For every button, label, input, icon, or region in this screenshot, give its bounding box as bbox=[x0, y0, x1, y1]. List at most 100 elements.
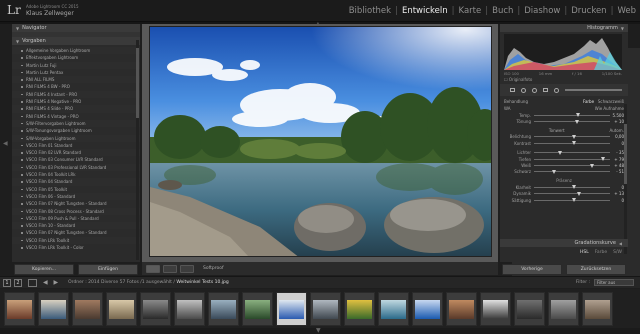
highlights-value[interactable]: - 35 bbox=[610, 150, 624, 155]
crop-tool-icon[interactable] bbox=[510, 88, 515, 92]
filmstrip-thumbnail[interactable] bbox=[310, 292, 341, 326]
filmstrip-thumbnail[interactable] bbox=[72, 292, 103, 326]
hsl-tab[interactable]: HSL bbox=[580, 250, 589, 255]
loupe-view-icon[interactable] bbox=[146, 264, 160, 273]
preset-folder[interactable]: VSCO Film 03 Professional LVR Standard bbox=[12, 163, 140, 172]
tint-value[interactable]: + 10 bbox=[610, 119, 624, 124]
slider-knob[interactable] bbox=[552, 169, 557, 174]
preset-folder[interactable]: VSCO Film 04 Standard bbox=[12, 178, 140, 186]
preset-folder[interactable]: RNI FILMS 4 BW - PRO bbox=[12, 83, 140, 90]
slider-knob[interactable] bbox=[590, 163, 595, 168]
softproof-label[interactable]: Softproof bbox=[203, 266, 224, 271]
filmstrip-thumbnail[interactable] bbox=[4, 292, 35, 326]
preset-folder[interactable]: VSCO Film 07 Night Tungsten - Standard bbox=[12, 200, 140, 207]
tint-slider[interactable] bbox=[534, 119, 610, 124]
preset-folder[interactable]: VSCO Film LRk Toolkit bbox=[12, 236, 140, 245]
preset-folder[interactable]: VSCO Film 04 Toolkit LRk bbox=[12, 171, 140, 178]
preset-folder[interactable]: VSCO Film 01 Standard bbox=[12, 142, 140, 149]
slider-knob[interactable] bbox=[572, 141, 576, 146]
preset-folder[interactable]: VSCO Film 06 - Standard bbox=[12, 192, 140, 201]
treatment-bw[interactable]: Schwarzweiß bbox=[598, 99, 624, 104]
module-develop[interactable]: Entwickeln bbox=[402, 6, 448, 16]
preset-folder[interactable]: VSCO Film 10 - Standard bbox=[12, 222, 140, 230]
preset-folder[interactable]: RNI ALL FILMS bbox=[12, 76, 140, 84]
shadows-value[interactable]: + 79 bbox=[610, 157, 624, 162]
color-tab[interactable]: Farbe bbox=[595, 250, 607, 255]
whites-value[interactable]: + 48 bbox=[610, 163, 624, 168]
preset-folder[interactable]: VSCO Film 08 Cross Process - Standard bbox=[12, 207, 140, 215]
treatment-color[interactable]: Farbe bbox=[583, 99, 594, 104]
bw-tab[interactable]: S/W bbox=[613, 250, 622, 255]
module-slideshow[interactable]: Diashow bbox=[524, 6, 560, 16]
filmstrip-thumbnail[interactable] bbox=[242, 292, 273, 326]
filmstrip-thumbnail[interactable] bbox=[412, 292, 443, 326]
saturation-slider-row[interactable]: Sättigung 0 bbox=[500, 197, 628, 203]
primary-window-button[interactable]: 1 bbox=[3, 278, 11, 287]
auto-button[interactable]: Autom. bbox=[610, 128, 624, 133]
clarity-value[interactable]: 0 bbox=[610, 185, 624, 190]
preset-folder[interactable]: VSCO Film 05 Toolkit bbox=[12, 186, 140, 193]
preset-folder[interactable]: VSCO Film 07 Night Tungsten - Standard bbox=[12, 229, 140, 236]
collapse-left-icon[interactable]: ◀ bbox=[3, 140, 8, 147]
filmstrip-thumbnail[interactable] bbox=[106, 292, 137, 326]
vibrance-slider[interactable] bbox=[534, 191, 610, 196]
preset-folder[interactable]: VSCO Film LRk Toolkit - Color bbox=[12, 244, 140, 251]
filmstrip-thumbnail[interactable] bbox=[480, 292, 511, 326]
module-web[interactable]: Web bbox=[617, 6, 636, 16]
original-photo-checkbox[interactable]: ☐ Originalfoto bbox=[504, 77, 532, 82]
whites-slider[interactable] bbox=[534, 163, 610, 168]
filmstrip-thumbnail[interactable] bbox=[208, 292, 239, 326]
tone-curve-header[interactable]: Gradationskurve ◀ bbox=[500, 239, 628, 247]
copy-button[interactable]: Kopieren... bbox=[14, 264, 74, 275]
left-edge[interactable]: ◀ bbox=[2, 24, 10, 276]
saturation-value[interactable]: 0 bbox=[610, 198, 624, 203]
filmstrip-thumbnail[interactable] bbox=[378, 292, 409, 326]
preset-folder[interactable]: VSCO Film 02 LVR Standard bbox=[12, 149, 140, 157]
saturation-slider[interactable] bbox=[534, 198, 610, 203]
blacks-slider[interactable] bbox=[534, 169, 610, 174]
presets-header[interactable]: ▼ Vorgaben bbox=[12, 37, 140, 45]
before-after-icon[interactable] bbox=[163, 264, 177, 273]
paste-button[interactable]: Einfügen bbox=[78, 264, 138, 275]
tint-slider-row[interactable]: Tönung + 10 bbox=[500, 118, 628, 124]
temp-slider[interactable] bbox=[534, 113, 610, 118]
graduated-filter-icon[interactable] bbox=[543, 88, 548, 92]
filter-dropdown[interactable]: Filter aus bbox=[594, 279, 634, 286]
highlights-slider[interactable] bbox=[534, 150, 610, 155]
filmstrip-thumbnail[interactable] bbox=[174, 292, 205, 326]
preset-folder[interactable]: Martin Lutz Fuji bbox=[12, 61, 140, 69]
preset-folder[interactable]: Allgemeine Vorgaben Lightroom bbox=[12, 47, 140, 55]
slider-knob[interactable] bbox=[575, 113, 580, 118]
module-book[interactable]: Buch bbox=[492, 6, 513, 16]
collapse-bottom-icon[interactable]: ▼ bbox=[316, 327, 321, 334]
preset-folder[interactable]: S/W-Tonungsvorgaben Lightroom bbox=[12, 127, 140, 134]
preset-folder[interactable]: RNI FILMS 4 Vintage - PRO bbox=[12, 113, 140, 120]
exposure-value[interactable]: 0,00 bbox=[610, 134, 624, 139]
red-eye-icon[interactable] bbox=[532, 87, 537, 93]
spot-removal-icon[interactable] bbox=[521, 87, 526, 93]
filmstrip-thumbnail[interactable] bbox=[582, 292, 613, 326]
nav-arrows-icon[interactable]: ◀ ▶ bbox=[43, 279, 60, 286]
slider-knob[interactable] bbox=[600, 157, 605, 162]
contrast-slider-row[interactable]: Kontrast 0 bbox=[500, 140, 628, 146]
compare-icon[interactable] bbox=[180, 264, 194, 273]
blacks-slider-row[interactable]: Schwarz - 51 bbox=[500, 169, 628, 175]
preset-folder[interactable]: RNI FILMS 4 Negative - PRO bbox=[12, 98, 140, 105]
filmstrip-thumbnail[interactable] bbox=[548, 292, 579, 326]
preset-folder[interactable]: RNI FILMS 4 Instant - PRO bbox=[12, 90, 140, 99]
slider-knob[interactable] bbox=[572, 198, 576, 203]
scrollbar-thumb[interactable] bbox=[624, 124, 627, 184]
blacks-value[interactable]: - 51 bbox=[610, 169, 624, 174]
preset-folder[interactable]: RNI FILMS 4 Slide - PRO bbox=[12, 105, 140, 113]
contrast-slider[interactable] bbox=[534, 141, 610, 146]
navigator-header[interactable]: ▼ Navigator Einpas. Ausfül. 1:1 1:4 bbox=[12, 24, 640, 286]
preset-folder[interactable]: VSCO Film 09 Push & Pull - Standard bbox=[12, 215, 140, 222]
exposure-slider[interactable] bbox=[534, 134, 610, 139]
vibrance-value[interactable]: + 13 bbox=[610, 191, 624, 196]
shadows-slider[interactable] bbox=[534, 157, 610, 162]
previous-button[interactable]: Vorherige bbox=[502, 264, 562, 275]
grid-view-icon[interactable] bbox=[28, 278, 37, 287]
preset-folder[interactable]: VSCO Film 03 Consumer LVR Standard bbox=[12, 156, 140, 163]
filmstrip-thumbnail[interactable] bbox=[446, 292, 477, 326]
filmstrip-thumbnail[interactable] bbox=[514, 292, 545, 326]
